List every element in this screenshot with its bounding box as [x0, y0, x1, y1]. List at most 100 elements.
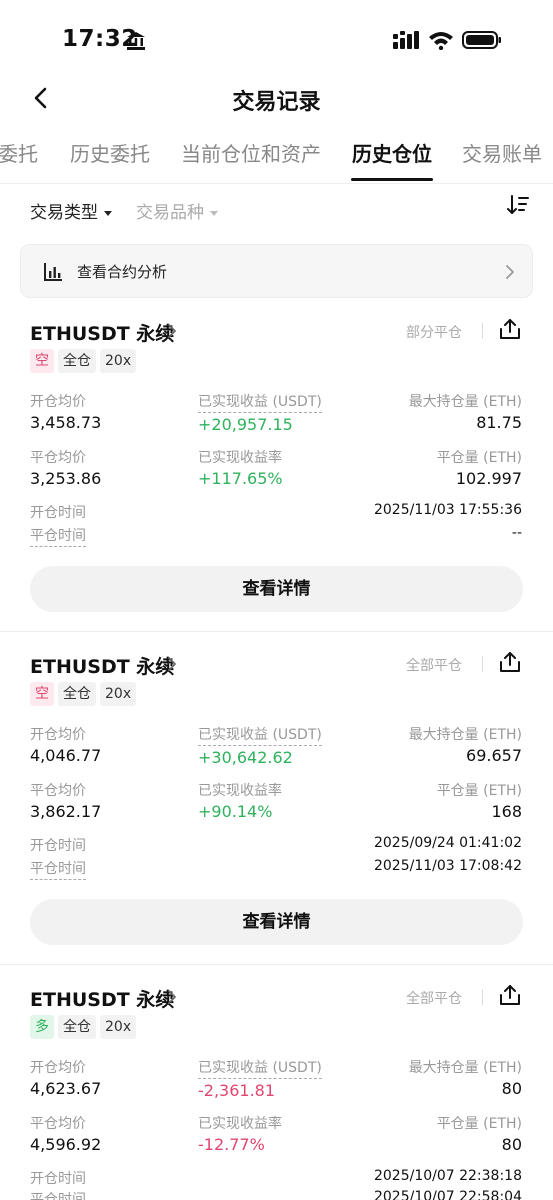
side-tag: 空 [30, 349, 54, 373]
max-position-value: 81.75 [476, 413, 522, 432]
open-avg-value: 4,046.77 [30, 746, 102, 765]
realized-pnl-value: -2,361.81 [198, 1081, 276, 1100]
caret-down-icon [210, 210, 218, 216]
trade-type-filter[interactable]: 交易类型 [30, 198, 112, 223]
trade-type-label: 交易类型 [30, 203, 98, 223]
divider [0, 183, 553, 184]
max-position-value: 80 [501, 1079, 522, 1098]
realized-pnl-rate-value: -12.77% [198, 1135, 265, 1154]
close-time-label[interactable]: 平仓时间 [30, 525, 86, 547]
open-avg-value: 3,458.73 [30, 413, 102, 432]
chevron-right-icon [506, 265, 514, 279]
chevron-right-icon[interactable] [166, 989, 178, 1005]
open-avg-value: 4,623.67 [30, 1079, 102, 1098]
open-time-label: 开仓时间 [30, 1171, 86, 1187]
active-tab-indicator [351, 178, 433, 181]
open-avg-label: 开仓均价 [30, 727, 86, 743]
leverage-tag: 20x [100, 1015, 137, 1039]
side-tag: 多 [30, 1015, 54, 1039]
realized-pnl-value: +20,957.15 [198, 415, 293, 434]
bank-icon [127, 32, 145, 50]
position-tags: 空全仓 20x [30, 349, 140, 373]
margin-mode-tag: 全仓 [58, 682, 96, 706]
realized-pnl-value: +30,642.62 [198, 748, 293, 767]
position-symbol[interactable]: ETHUSDT 永续 [30, 319, 174, 346]
battery-icon [462, 31, 501, 49]
closed-amount-label: 平仓量 (ETH) [436, 450, 522, 466]
realized-pnl-rate-value: +90.14% [198, 802, 273, 821]
position-tags: 空全仓 20x [30, 682, 140, 706]
instrument-label: 交易品种 [136, 203, 204, 223]
share-icon[interactable] [498, 650, 522, 674]
open-time-value: 2025/10/07 22:38:18 [373, 1168, 522, 1184]
realized-pnl-rate-label: 已实现收益率 [198, 1116, 282, 1132]
margin-mode-tag: 全仓 [58, 1015, 96, 1039]
tab-orders[interactable]: 委托 [0, 138, 38, 167]
margin-mode-tag: 全仓 [58, 349, 96, 373]
cellular-signal-icon [393, 31, 419, 49]
max-position-value: 69.657 [466, 746, 522, 765]
close-avg-value: 3,253.86 [30, 469, 102, 488]
close-avg-label: 平仓均价 [30, 1116, 86, 1132]
tab-order-history[interactable]: 历史委托 [70, 138, 150, 167]
contract-analysis-label: 查看合约分析 [77, 263, 168, 281]
closed-amount-value: 102.997 [455, 469, 522, 488]
close-avg-label: 平仓均价 [30, 783, 86, 799]
tab-bar: 委托 历史委托 当前仓位和资产 历史仓位 交易账单 [0, 138, 553, 182]
view-details-button[interactable]: 查看详情 [30, 899, 523, 945]
realized-pnl-label[interactable]: 已实现收益 (USDT) [198, 391, 322, 413]
divider [482, 323, 483, 339]
realized-pnl-rate-label: 已实现收益率 [198, 783, 282, 799]
status-bar: 17:32 [0, 0, 553, 80]
caret-down-icon [104, 210, 112, 216]
divider [0, 964, 553, 965]
instrument-filter[interactable]: 交易品种 [136, 198, 218, 223]
close-avg-value: 3,862.17 [30, 802, 102, 821]
closed-amount-value: 168 [491, 802, 522, 821]
position-tags: 多全仓 20x [30, 1015, 140, 1039]
contract-analysis-banner[interactable]: 查看合约分析 [20, 244, 533, 298]
side-tag: 空 [30, 682, 54, 706]
divider [0, 631, 553, 632]
view-details-button[interactable]: 查看详情 [30, 566, 523, 612]
sort-icon[interactable] [506, 193, 530, 217]
position-symbol[interactable]: ETHUSDT 永续 [30, 985, 174, 1012]
realized-pnl-label[interactable]: 已实现收益 (USDT) [198, 724, 322, 746]
close-time-label[interactable]: 平仓时间 [30, 858, 86, 880]
close-time-label[interactable]: 平仓时间 [30, 1189, 86, 1200]
tab-positions-assets[interactable]: 当前仓位和资产 [181, 138, 321, 167]
bar-chart-icon [44, 263, 62, 281]
closed-amount-label: 平仓量 (ETH) [436, 1116, 522, 1132]
open-time-value: 2025/11/03 17:55:36 [373, 502, 522, 518]
closed-amount-value: 80 [501, 1135, 522, 1154]
closed-amount-label: 平仓量 (ETH) [436, 783, 522, 799]
open-avg-label: 开仓均价 [30, 394, 86, 410]
realized-pnl-label[interactable]: 已实现收益 (USDT) [198, 1057, 322, 1079]
tab-position-history[interactable]: 历史仓位 [352, 138, 432, 167]
max-position-label: 最大持仓量 (ETH) [408, 1060, 522, 1076]
wifi-icon [429, 32, 453, 50]
share-icon[interactable] [498, 317, 522, 341]
divider [482, 989, 483, 1005]
open-time-value: 2025/09/24 01:41:02 [373, 835, 522, 851]
tab-trade-bills[interactable]: 交易账单 [462, 138, 542, 167]
close-avg-value: 4,596.92 [30, 1135, 102, 1154]
page-title: 交易记录 [232, 90, 321, 115]
chevron-right-icon[interactable] [166, 656, 178, 672]
close-avg-label: 平仓均价 [30, 450, 86, 466]
realized-pnl-rate-value: +117.65% [198, 469, 283, 488]
open-avg-label: 开仓均价 [30, 1060, 86, 1076]
open-time-label: 开仓时间 [30, 838, 86, 854]
position-status: 全部平仓 [406, 658, 462, 674]
open-time-label: 开仓时间 [30, 505, 86, 521]
position-card: ETHUSDT 永续 全部平仓 空全仓 20x 开仓均价 4,046.77 已实现… [0, 652, 553, 986]
max-position-label: 最大持仓量 (ETH) [408, 394, 522, 410]
share-icon[interactable] [498, 983, 522, 1007]
position-card: ETHUSDT 永续 部分平仓 空全仓 20x 开仓均价 3,458.73 已实现… [0, 319, 553, 653]
max-position-label: 最大持仓量 (ETH) [408, 727, 522, 743]
chevron-right-icon[interactable] [166, 323, 178, 339]
position-status: 部分平仓 [406, 325, 462, 341]
realized-pnl-rate-label: 已实现收益率 [198, 450, 282, 466]
position-symbol[interactable]: ETHUSDT 永续 [30, 652, 174, 679]
leverage-tag: 20x [100, 349, 137, 373]
